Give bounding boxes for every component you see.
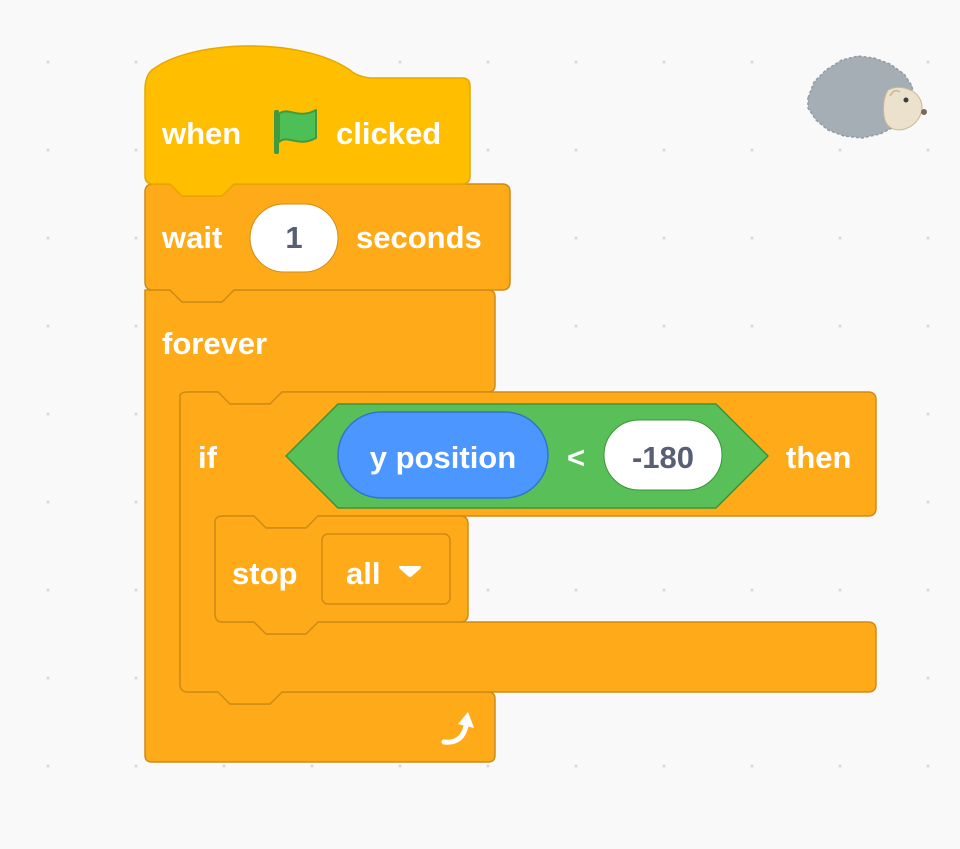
- code-workspace[interactable]: forever if then y position < -180 stop a…: [0, 0, 960, 849]
- stop-option-dropdown[interactable]: [321, 533, 451, 605]
- clicked-label: clicked: [336, 116, 441, 151]
- less-than-operator[interactable]: y position < -180: [285, 403, 769, 509]
- stop-option-label: all: [346, 556, 380, 591]
- wait-seconds-value: 1: [285, 220, 302, 255]
- when-label: when: [161, 116, 241, 151]
- forever-label: forever: [162, 326, 267, 361]
- wait-label: wait: [161, 220, 222, 255]
- stop-label: stop: [232, 556, 297, 591]
- seconds-label: seconds: [356, 220, 482, 255]
- then-label: then: [786, 440, 851, 475]
- when-flag-clicked-block[interactable]: when clicked: [144, 45, 471, 197]
- wait-block[interactable]: wait 1 seconds: [144, 183, 511, 303]
- y-position-label: y position: [370, 440, 516, 475]
- compare-value-text: -180: [632, 440, 694, 475]
- block-script: forever if then y position < -180 stop a…: [144, 45, 927, 763]
- if-label: if: [198, 440, 218, 475]
- hedgehog-sprite-icon[interactable]: [807, 55, 927, 139]
- less-than-symbol: <: [567, 440, 585, 475]
- stop-block[interactable]: stop all: [214, 515, 469, 635]
